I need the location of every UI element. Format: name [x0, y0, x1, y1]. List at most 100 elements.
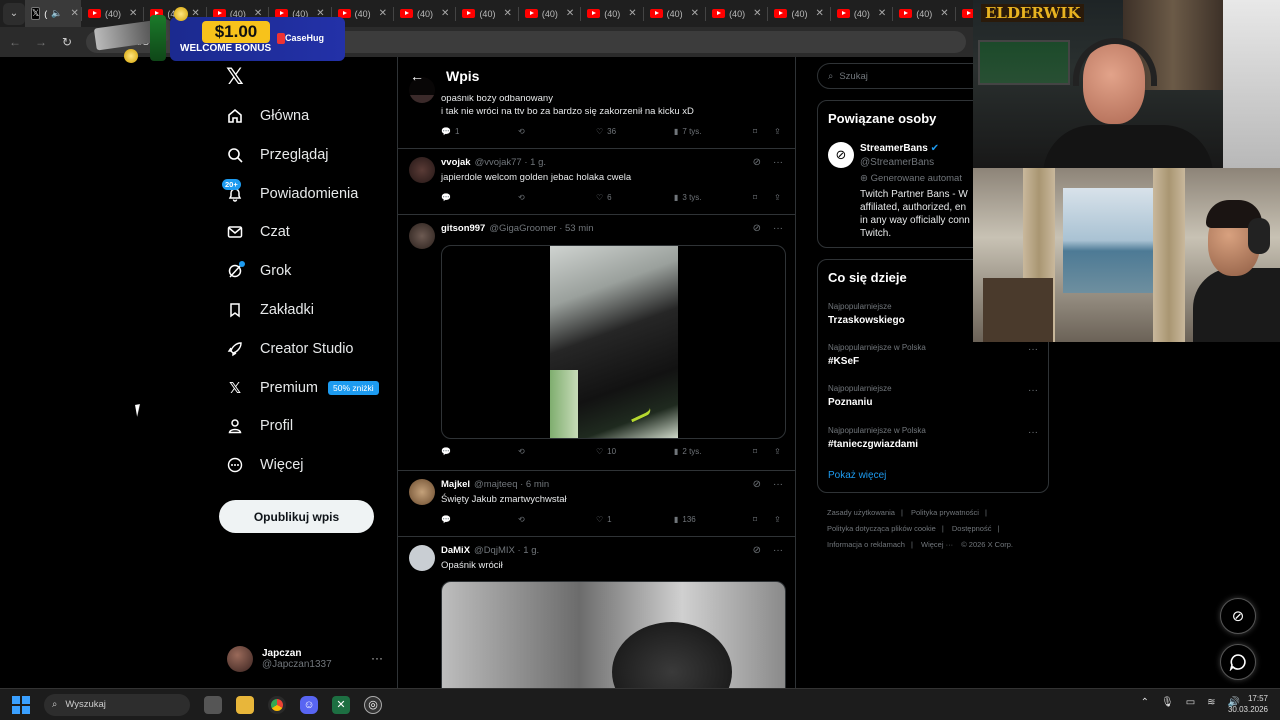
- share-icon[interactable]: ⇪: [774, 193, 781, 202]
- sidebar-item-creator-studio[interactable]: Creator Studio: [226, 337, 354, 361]
- tweet[interactable]: gitson997 @GigaGroomer · 53 min ⊘ ··· 💬 ⟲…: [398, 215, 795, 471]
- discord-icon[interactable]: ☺: [300, 695, 318, 714]
- tab-youtube[interactable]: (40) ✕: [831, 0, 892, 27]
- avatar[interactable]: ⊘: [828, 142, 854, 168]
- bookmark-icon[interactable]: ⌑: [753, 447, 757, 456]
- tab-youtube[interactable]: (40) ✕: [581, 0, 642, 27]
- footer-link[interactable]: Więcej ···: [921, 540, 953, 549]
- x-logo-icon[interactable]: 𝕏: [226, 64, 244, 90]
- like-icon[interactable]: ♡ 36: [596, 127, 616, 136]
- tweet-author-name[interactable]: gitson997: [441, 223, 485, 234]
- close-tab-icon[interactable]: ✕: [753, 8, 761, 19]
- tweet-author-handle[interactable]: @majteeq · 6 min: [474, 479, 549, 490]
- tab-youtube[interactable]: (40) ✕: [706, 0, 767, 27]
- bookmark-icon[interactable]: ⌑: [753, 515, 757, 524]
- tweet-author-name[interactable]: DaMiX: [441, 545, 470, 556]
- views-icon[interactable]: ▮ 136: [674, 515, 696, 524]
- close-tab-icon[interactable]: ✕: [70, 8, 78, 19]
- wifi-icon[interactable]: ≋: [1207, 697, 1215, 708]
- tab-youtube[interactable]: (40) ✕: [519, 0, 580, 27]
- tab-youtube[interactable]: (40) ✕: [893, 0, 954, 27]
- sidebar-item-explore[interactable]: Przeglądaj: [226, 143, 329, 167]
- tweet-author-name[interactable]: vvojak: [441, 157, 471, 168]
- grok-icon[interactable]: ⊘: [753, 479, 761, 490]
- more-icon[interactable]: ···: [371, 651, 383, 665]
- reply-icon[interactable]: 💬: [441, 193, 451, 202]
- avatar[interactable]: [409, 545, 435, 571]
- related-handle[interactable]: @StreamerBans: [860, 157, 934, 168]
- obs-icon[interactable]: ◎: [364, 695, 382, 714]
- reply-icon[interactable]: 💬: [441, 447, 451, 456]
- footer-link[interactable]: Informacja o reklamach: [827, 540, 905, 549]
- grok-floating-button[interactable]: ⊘: [1220, 598, 1256, 634]
- avatar[interactable]: [409, 157, 435, 183]
- tweet-author-name[interactable]: Majkel: [441, 479, 470, 490]
- views-icon[interactable]: ▮ 3 tys.: [674, 193, 702, 202]
- sidebar-item-chat[interactable]: Czat: [226, 220, 290, 244]
- tweet-author-handle[interactable]: @DqjMIX · 1 g.: [474, 545, 539, 556]
- windows-start-icon[interactable]: [12, 695, 30, 714]
- retweet-icon[interactable]: ⟲: [518, 193, 525, 202]
- like-icon[interactable]: ♡ 1: [596, 515, 612, 524]
- views-icon[interactable]: ▮ 7 tys.: [674, 127, 702, 136]
- tweet-author-handle[interactable]: @GigaGroomer · 53 min: [489, 223, 593, 234]
- close-tab-icon[interactable]: ✕: [566, 8, 574, 19]
- more-icon[interactable]: ···: [1028, 344, 1038, 355]
- chat-floating-button[interactable]: [1220, 644, 1256, 680]
- footer-link[interactable]: Polityka prywatności: [911, 508, 979, 517]
- more-icon[interactable]: ···: [773, 479, 783, 490]
- task-view-icon[interactable]: [204, 695, 222, 714]
- retweet-icon[interactable]: ⟲: [518, 447, 525, 456]
- close-tab-icon[interactable]: ✕: [815, 8, 823, 19]
- chevron-up-icon[interactable]: ⌃: [1141, 697, 1149, 708]
- close-tab-icon[interactable]: ✕: [379, 8, 387, 19]
- avatar[interactable]: [409, 479, 435, 505]
- close-tab-icon[interactable]: ✕: [441, 8, 449, 19]
- tweet-media-video[interactable]: [441, 245, 786, 439]
- share-icon[interactable]: ⇪: [774, 515, 781, 524]
- sidebar-item-more[interactable]: Więcej: [226, 453, 304, 477]
- post-button[interactable]: Opublikuj wpis: [219, 500, 374, 533]
- footer-link[interactable]: Dostępność: [952, 524, 992, 533]
- share-icon[interactable]: ⇪: [774, 447, 781, 456]
- bookmark-icon[interactable]: ⌑: [753, 193, 757, 202]
- tweet[interactable]: DaMiX @DqjMIX · 1 g. ⊘ ··· Opaśnik wrócił: [398, 537, 795, 688]
- tweet-media-image[interactable]: [441, 581, 786, 688]
- back-icon[interactable]: ←: [4, 35, 26, 49]
- tweet-author-handle[interactable]: @vvojak77 · 1 g.: [475, 157, 546, 168]
- close-tab-icon[interactable]: ✕: [691, 8, 699, 19]
- tab-search-button[interactable]: ⌄: [3, 2, 25, 25]
- sidebar-item-premium[interactable]: 𝕏 Premium 50% zniżki: [226, 376, 379, 400]
- tab-youtube[interactable]: (40) ✕: [394, 0, 455, 27]
- forward-icon[interactable]: →: [30, 35, 52, 49]
- close-tab-icon[interactable]: ✕: [940, 8, 948, 19]
- close-tab-icon[interactable]: ✕: [878, 8, 886, 19]
- share-icon[interactable]: ⇪: [774, 127, 781, 136]
- tab-youtube[interactable]: (40) ✕: [456, 0, 517, 27]
- related-name[interactable]: StreamerBans ✔: [860, 143, 939, 154]
- account-switcher[interactable]: Japczan @Japczan1337 ···: [227, 643, 387, 675]
- more-icon[interactable]: ···: [773, 545, 783, 556]
- tweet[interactable]: Majkel @majteeq · 6 min ⊘ ··· Święty Jaku…: [398, 471, 795, 537]
- sidebar-item-grok[interactable]: Grok: [226, 259, 291, 283]
- views-icon[interactable]: ▮ 2 tys.: [674, 447, 702, 456]
- like-icon[interactable]: ♡ 6: [596, 193, 612, 202]
- like-icon[interactable]: ♡ 10: [596, 447, 616, 456]
- sidebar-item-bookmarks[interactable]: Zakładki: [226, 298, 314, 322]
- reply-icon[interactable]: 💬: [441, 515, 451, 524]
- grok-icon[interactable]: ⊘: [753, 545, 761, 556]
- bookmark-icon[interactable]: ⌑: [753, 127, 757, 136]
- retweet-icon[interactable]: ⟲: [518, 515, 525, 524]
- retweet-icon[interactable]: ⟲: [518, 127, 525, 136]
- close-tab-icon[interactable]: ✕: [503, 8, 511, 19]
- taskbar-search[interactable]: ⌕ Wyszukaj: [44, 693, 190, 716]
- tab-youtube[interactable]: (40) ✕: [768, 0, 829, 27]
- file-explorer-icon[interactable]: [236, 695, 254, 714]
- tab-active[interactable]: 𝕏 ( 🔈 ✕: [25, 0, 81, 27]
- footer-link[interactable]: Polityka dotycząca plików cookie: [827, 524, 936, 533]
- more-icon[interactable]: ···: [1028, 385, 1038, 396]
- close-tab-icon[interactable]: ✕: [628, 8, 636, 19]
- footer-link[interactable]: Zasady użytkowania: [827, 508, 895, 517]
- back-arrow-icon[interactable]: ←: [410, 68, 424, 84]
- grok-icon[interactable]: ⊘: [753, 157, 761, 168]
